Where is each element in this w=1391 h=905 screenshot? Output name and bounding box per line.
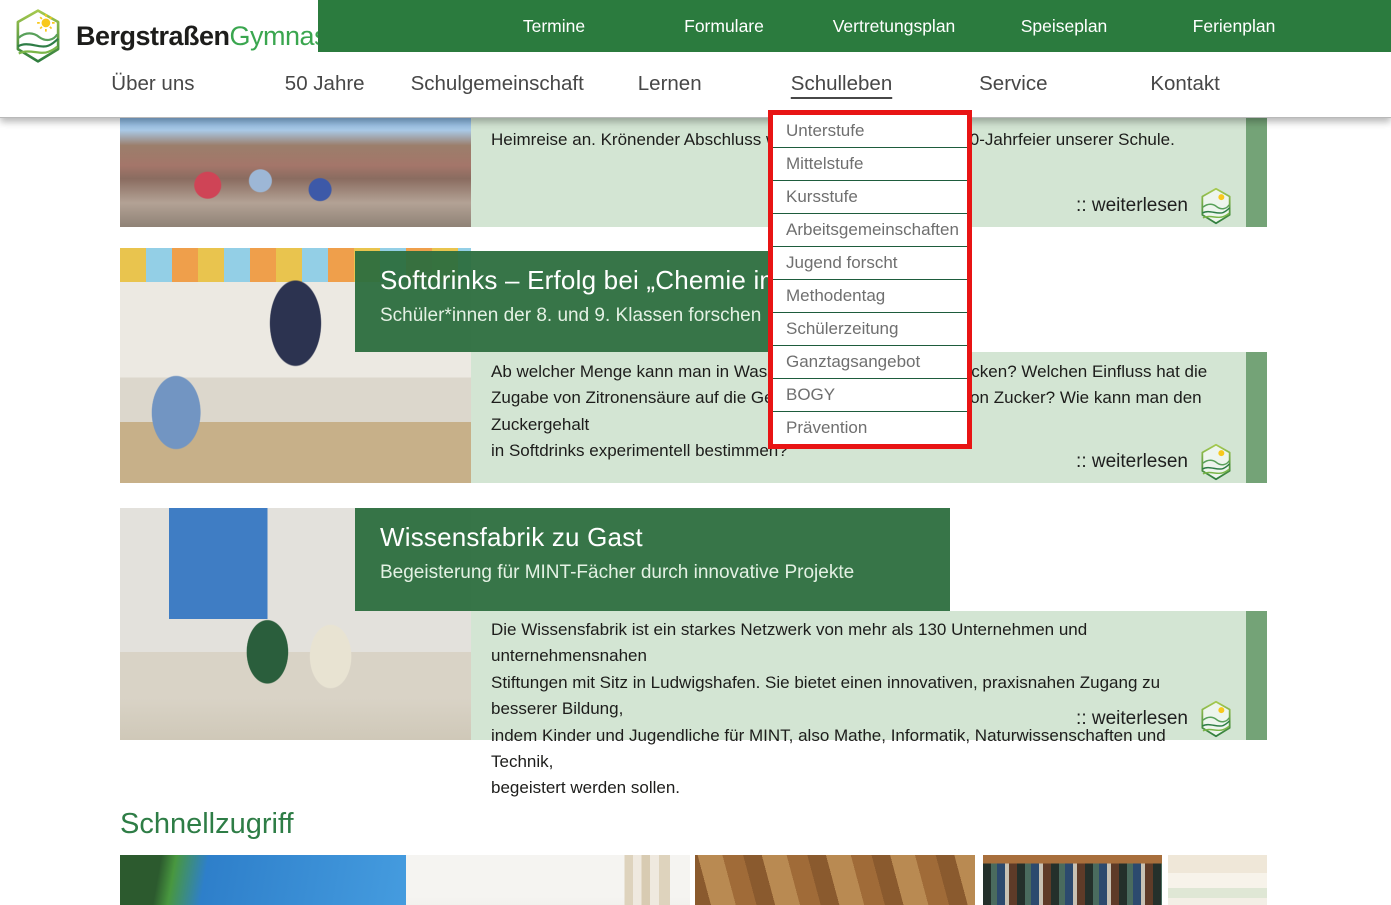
logo-icon bbox=[10, 8, 66, 64]
dropdown-item-mittelstufe[interactable]: Mittelstufe bbox=[773, 148, 967, 181]
quick-access-tile-window[interactable] bbox=[1168, 855, 1267, 905]
dropdown-item-schuelerzeitung[interactable]: Schülerzeitung bbox=[773, 313, 967, 346]
brand-name-bold: Bergstraßen bbox=[76, 21, 230, 51]
utility-nav-menu: Termine Formulare Vertretungsplan Speise… bbox=[469, 0, 1319, 52]
panel-accent-strip bbox=[1246, 117, 1267, 227]
quick-access-tile-library-shelf[interactable] bbox=[983, 855, 1162, 905]
nav-item-ueber-uns[interactable]: Über uns bbox=[67, 52, 239, 116]
quick-access-tile-wood-structure[interactable] bbox=[695, 855, 975, 905]
readmore-label: :: weiterlesen bbox=[1076, 195, 1188, 217]
dropdown-item-unterstufe[interactable]: Unterstufe bbox=[773, 115, 967, 148]
article-subtitle: Begeisterung für MINT-Fächer durch innov… bbox=[380, 562, 950, 584]
topnav-item-ferienplan[interactable]: Ferienplan bbox=[1149, 0, 1319, 52]
readmore-label: :: weiterlesen bbox=[1076, 708, 1188, 730]
readmore-link[interactable]: :: weiterlesen bbox=[1076, 187, 1235, 225]
dropdown-item-methodentag[interactable]: Methodentag bbox=[773, 280, 967, 313]
topnav-item-vertretungsplan[interactable]: Vertretungsplan bbox=[809, 0, 979, 52]
readmore-label: :: weiterlesen bbox=[1076, 451, 1188, 473]
panel-accent-strip bbox=[1246, 611, 1267, 740]
main-nav: Über uns 50 Jahre Schulgemeinschaft Lern… bbox=[67, 52, 1271, 116]
site-header: BergstraßenGymnasium Termine Formulare V… bbox=[0, 0, 1391, 118]
article-photo-bridge-group[interactable] bbox=[120, 117, 471, 227]
schulleben-dropdown-highlighted: Unterstufe Mittelstufe Kursstufe Arbeits… bbox=[768, 110, 972, 449]
dropdown-item-arbeitsgemeinschaften[interactable]: Arbeitsgemeinschaften bbox=[773, 214, 967, 247]
dropdown-item-ganztagsangebot[interactable]: Ganztagsangebot bbox=[773, 346, 967, 379]
utility-nav: Termine Formulare Vertretungsplan Speise… bbox=[318, 0, 1391, 52]
panel-accent-strip bbox=[1246, 352, 1267, 483]
nav-item-kontakt[interactable]: Kontakt bbox=[1099, 52, 1271, 116]
nav-item-lernen[interactable]: Lernen bbox=[584, 52, 756, 116]
readmore-link[interactable]: :: weiterlesen bbox=[1076, 700, 1235, 738]
nav-item-schulleben[interactable]: Schulleben bbox=[756, 52, 928, 116]
page: BergstraßenGymnasium Termine Formulare V… bbox=[0, 0, 1391, 905]
dropdown-item-praevention[interactable]: Prävention bbox=[773, 412, 967, 444]
logo-icon bbox=[1197, 187, 1235, 225]
quick-access-heading: Schnellzugriff bbox=[120, 808, 294, 841]
dropdown-item-jugend-forscht[interactable]: Jugend forscht bbox=[773, 247, 967, 280]
quick-access-tile-schoolyard[interactable] bbox=[120, 855, 406, 905]
topnav-item-formulare[interactable]: Formulare bbox=[639, 0, 809, 52]
article-title-banner[interactable]: Wissensfabrik zu Gast Begeisterung für M… bbox=[355, 508, 950, 611]
dropdown-item-kursstufe[interactable]: Kursstufe bbox=[773, 181, 967, 214]
nav-item-50-jahre[interactable]: 50 Jahre bbox=[239, 52, 411, 116]
logo-icon bbox=[1197, 443, 1235, 481]
topnav-item-termine[interactable]: Termine bbox=[469, 0, 639, 52]
quick-access-tile-building[interactable] bbox=[406, 855, 690, 905]
readmore-link[interactable]: :: weiterlesen bbox=[1076, 443, 1235, 481]
nav-item-service[interactable]: Service bbox=[927, 52, 1099, 116]
schulleben-dropdown-list: Unterstufe Mittelstufe Kursstufe Arbeits… bbox=[773, 115, 967, 444]
dropdown-item-bogy[interactable]: BOGY bbox=[773, 379, 967, 412]
nav-item-schulgemeinschaft[interactable]: Schulgemeinschaft bbox=[411, 52, 584, 116]
topnav-item-speiseplan[interactable]: Speiseplan bbox=[979, 0, 1149, 52]
article-title: Wissensfabrik zu Gast bbox=[380, 522, 950, 553]
logo-icon bbox=[1197, 700, 1235, 738]
